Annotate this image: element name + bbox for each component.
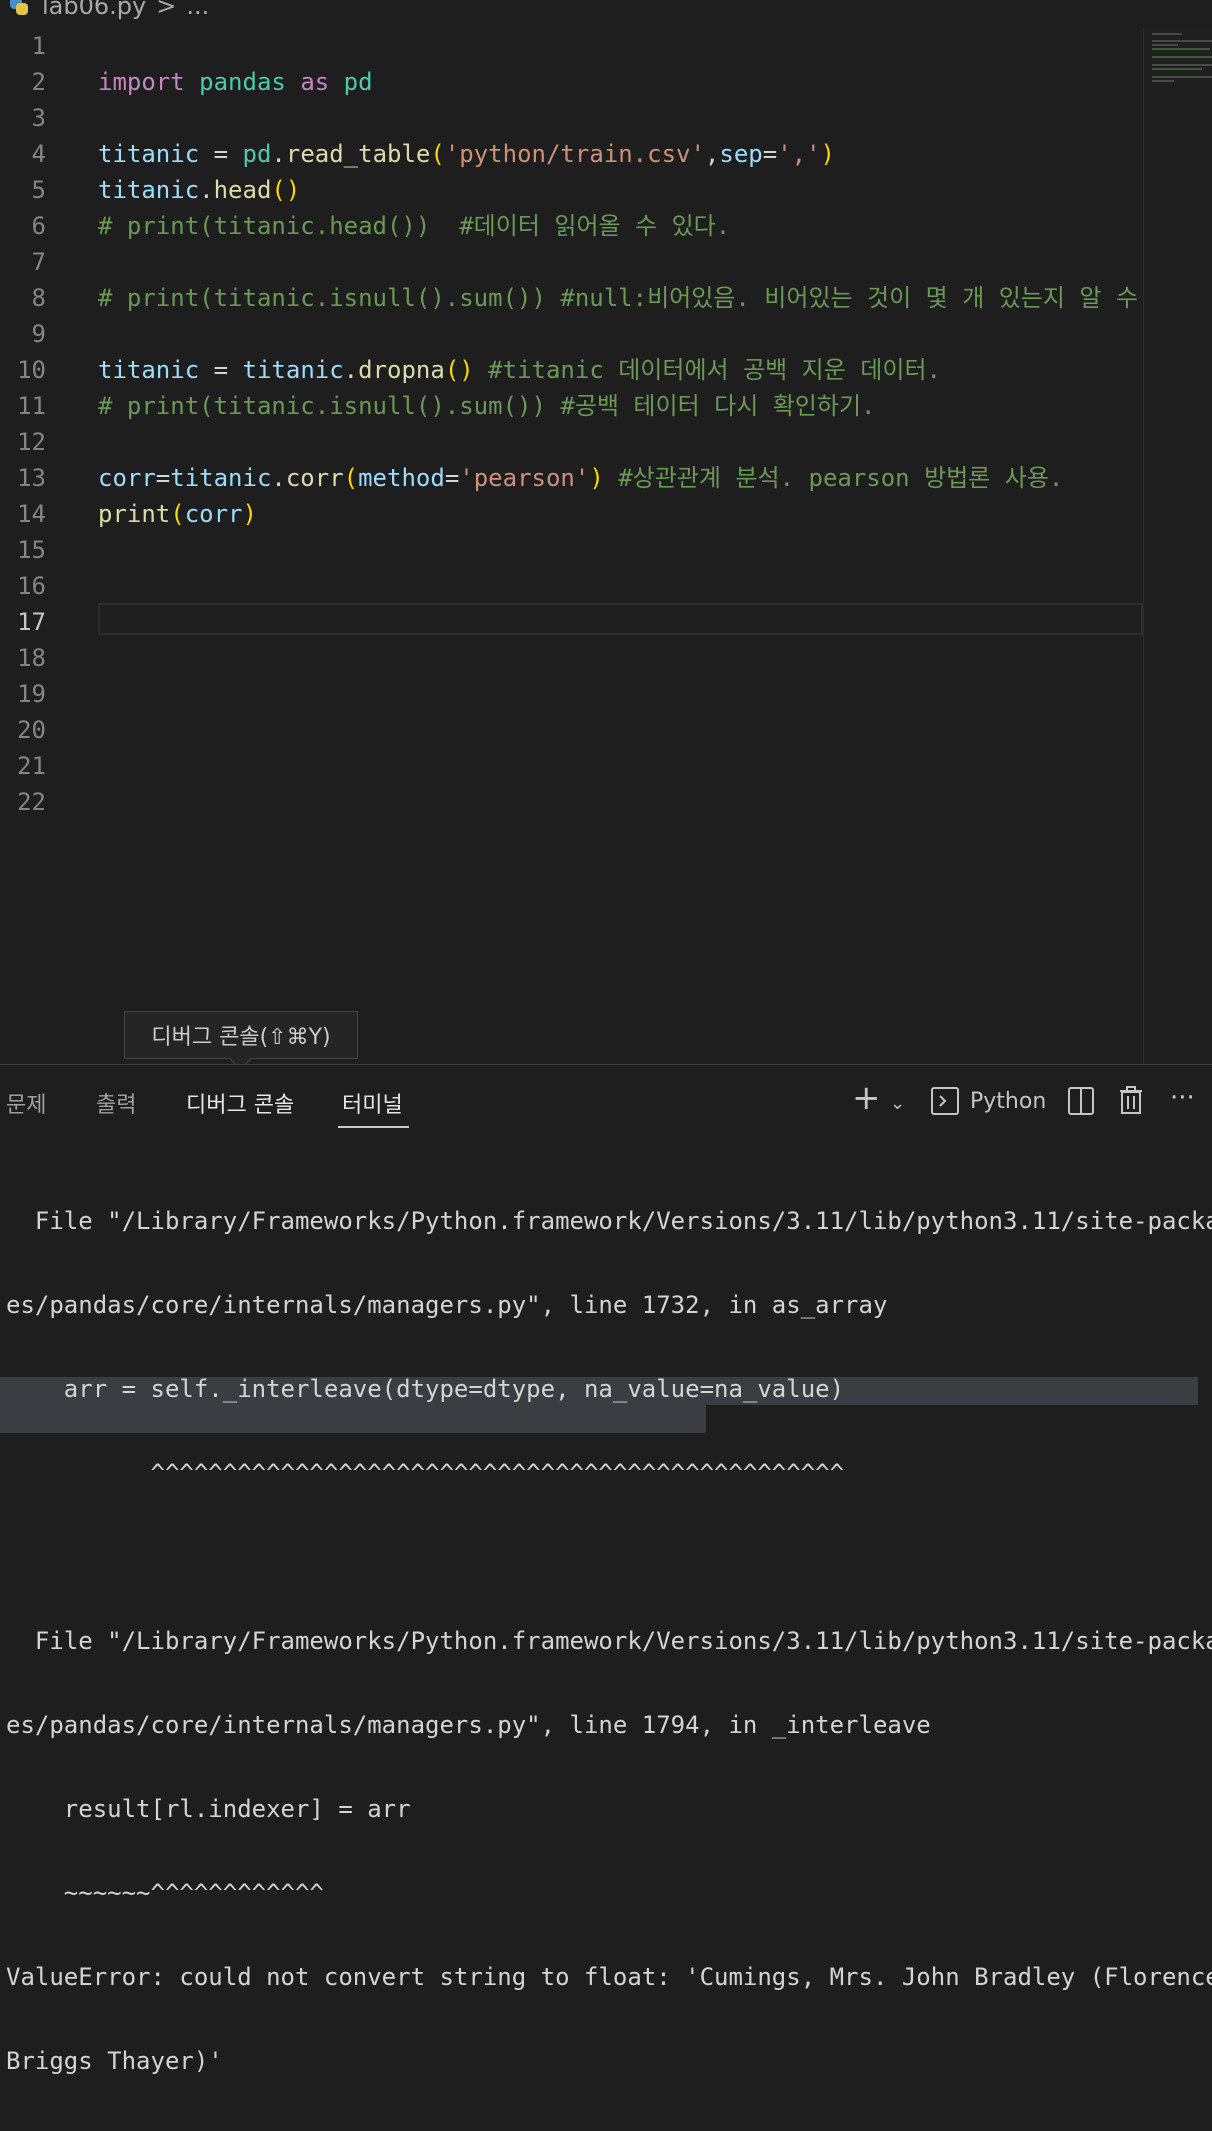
terminal-line: File "/Library/Frameworks/Python.framewo… bbox=[6, 1207, 1212, 1235]
terminal-line: File "/Library/Frameworks/Python.framewo… bbox=[6, 1627, 1212, 1655]
code-line-5: titanic.head() bbox=[98, 176, 301, 204]
panel-tabs: 문제 출력 디버그 콘솔 터미널 + ⌄ Python ··· bbox=[0, 1065, 1212, 1137]
terminal-output[interactable]: File "/Library/Frameworks/Python.framewo… bbox=[6, 1151, 1212, 2131]
line-number: 18 bbox=[17, 644, 46, 672]
code-line-8: # print(titanic.isnull().sum()) #null:비어… bbox=[98, 284, 1143, 312]
editor-line[interactable]: 7 bbox=[0, 244, 1143, 280]
line-number: 17 bbox=[17, 608, 46, 636]
terminal-error-line: Briggs Thayer)' bbox=[6, 2047, 223, 2075]
line-number: 22 bbox=[17, 788, 46, 816]
editor-line[interactable]: 20 bbox=[0, 712, 1143, 748]
line-number: 13 bbox=[17, 464, 46, 492]
line-number: 14 bbox=[17, 500, 46, 528]
line-number: 6 bbox=[31, 212, 46, 240]
line-number: 1 bbox=[31, 32, 46, 60]
code-line-10: titanic = titanic.dropna() #titanic 데이터에… bbox=[98, 356, 941, 384]
editor-line[interactable]: 22 bbox=[0, 784, 1143, 820]
chevron-down-icon[interactable]: ⌄ bbox=[890, 1087, 905, 1121]
bottom-panel: 문제 출력 디버그 콘솔 터미널 + ⌄ Python ··· File "/L… bbox=[0, 1064, 1212, 2075]
tab-problems[interactable]: 문제 bbox=[6, 1087, 46, 1119]
terminal-label[interactable]: Python bbox=[970, 1085, 1046, 1119]
line-number: 16 bbox=[17, 572, 46, 600]
line-number: 3 bbox=[31, 104, 46, 132]
line-number: 19 bbox=[17, 680, 46, 708]
editor-line[interactable]: 15 bbox=[0, 532, 1143, 568]
code-editor[interactable]: 1 2 3 4 5 6 7 8 9 10 11 12 13 14 15 16 17 18 19 20 21 22 impo… bbox=[0, 28, 1143, 1064]
line-number: 8 bbox=[31, 284, 46, 312]
tab-terminal[interactable]: 터미널 bbox=[342, 1087, 403, 1119]
editor-line[interactable]: 21 bbox=[0, 748, 1143, 784]
code-line-2: import pandas as pd bbox=[98, 68, 373, 96]
new-terminal-plus-icon[interactable]: + bbox=[852, 1081, 881, 1115]
editor-line[interactable]: 3 bbox=[0, 100, 1143, 136]
line-number: 12 bbox=[17, 428, 46, 456]
code-line-14: print(corr) bbox=[98, 500, 257, 528]
terminal-icon bbox=[931, 1087, 959, 1124]
split-terminal-icon[interactable] bbox=[1068, 1087, 1094, 1124]
terminal-line: ^^^^^^^^^^^^^^^^^^^^^^^^^^^^^^^^^^^^^^^^… bbox=[6, 1459, 845, 1487]
terminal-line: es/pandas/core/internals/managers.py", l… bbox=[6, 1291, 888, 1319]
editor-line[interactable]: 19 bbox=[0, 676, 1143, 712]
code-line-11: # print(titanic.isnull().sum()) #공백 테이터 … bbox=[98, 392, 876, 420]
breadcrumb-more[interactable]: ... bbox=[186, 0, 209, 20]
terminal-line: result[rl.indexer] = arr bbox=[6, 1795, 411, 1823]
terminal-error-line: ValueError: could not convert string to … bbox=[6, 1963, 1212, 1991]
line-number: 11 bbox=[17, 392, 46, 420]
minimap[interactable] bbox=[1143, 28, 1212, 1064]
line-number: 9 bbox=[31, 320, 46, 348]
code-line-4: titanic = pd.read_table('python/train.cs… bbox=[98, 140, 835, 168]
trash-icon[interactable] bbox=[1119, 1086, 1143, 1123]
editor-line[interactable]: 18 bbox=[0, 640, 1143, 676]
terminal-line: es/pandas/core/internals/managers.py", l… bbox=[6, 1711, 931, 1739]
more-actions-icon[interactable]: ··· bbox=[1170, 1081, 1195, 1115]
python-file-icon bbox=[8, 0, 30, 17]
editor-line[interactable]: 12 bbox=[0, 424, 1143, 460]
line-number: 2 bbox=[31, 68, 46, 96]
tab-output[interactable]: 출력 bbox=[96, 1087, 136, 1119]
breadcrumb-separator: > bbox=[156, 0, 177, 20]
code-line-13: corr=titanic.corr(method='pearson') #상관관… bbox=[98, 464, 1064, 492]
terminal-line: arr = self._interleave(dtype=dtype, na_v… bbox=[6, 1375, 845, 1403]
editor-line[interactable]: 9 bbox=[0, 316, 1143, 352]
debug-console-tooltip: 디버그 콘솔(⇧⌘Y) bbox=[124, 1011, 358, 1059]
line-number: 21 bbox=[17, 752, 46, 780]
line-number: 20 bbox=[17, 716, 46, 744]
tab-debug-console[interactable]: 디버그 콘솔 bbox=[186, 1087, 294, 1119]
line-number: 10 bbox=[17, 356, 46, 384]
line-number: 4 bbox=[31, 140, 46, 168]
line-number: 7 bbox=[31, 248, 46, 276]
code-line-6: # print(titanic.head()) #데이터 읽어올 수 있다. bbox=[98, 212, 731, 240]
line-number: 5 bbox=[31, 176, 46, 204]
breadcrumb: lab06.py > ... bbox=[0, 0, 209, 24]
terminal-line: ~~~~~~^^^^^^^^^^^^ bbox=[6, 1879, 324, 1907]
active-tab-indicator bbox=[338, 1126, 409, 1128]
editor-line[interactable]: 1 bbox=[0, 28, 1143, 64]
line-number: 15 bbox=[17, 536, 46, 564]
editor-line[interactable]: 16 bbox=[0, 568, 1143, 604]
breadcrumb-file[interactable]: lab06.py bbox=[42, 0, 146, 20]
current-line-highlight bbox=[98, 603, 1143, 635]
